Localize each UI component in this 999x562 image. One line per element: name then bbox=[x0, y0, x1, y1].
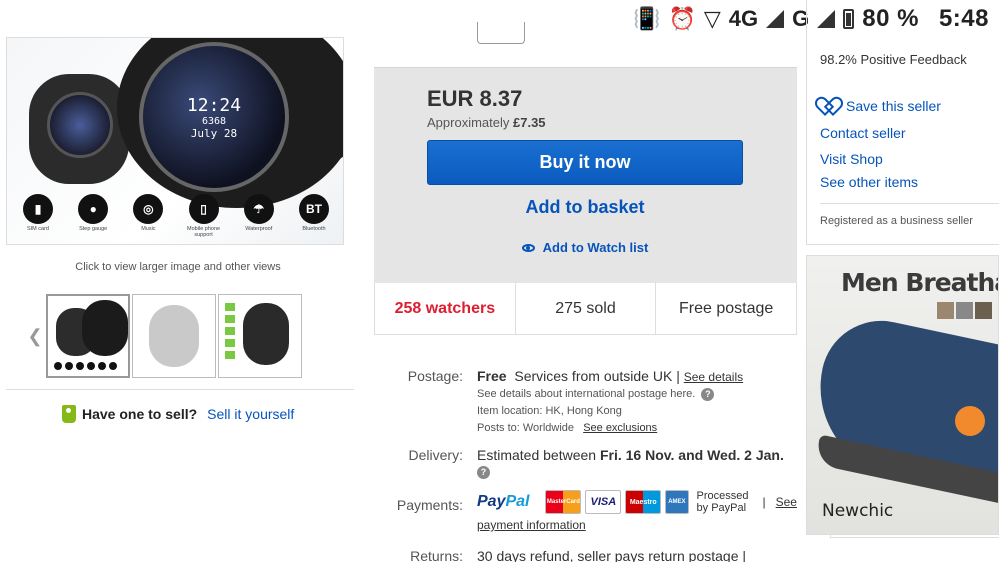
postage-see-details-link[interactable]: See details bbox=[684, 370, 743, 384]
sell-prompt: Have one to sell? Sell it yourself bbox=[62, 405, 294, 423]
delivery-text: Estimated between bbox=[477, 447, 597, 463]
bluetooth-icon: BT bbox=[298, 193, 329, 224]
watch-time: 12:24 bbox=[186, 94, 242, 116]
positive-feedback: 98.2% Positive Feedback bbox=[820, 52, 967, 67]
vibrate-icon: 📳 bbox=[633, 6, 661, 31]
buy-it-now-button[interactable]: Buy it now bbox=[427, 140, 743, 185]
ebay-item-page: 📳 ⏰ ▽ 4G G 80 % 5:48 12:24 6368 July 28 … bbox=[0, 0, 999, 562]
watchers-count: 258 watchers bbox=[375, 283, 516, 334]
advertisement-banner[interactable]: Men Breathable Newchic bbox=[806, 255, 999, 535]
returns-text: 30 days refund, seller pays return posta… bbox=[477, 548, 747, 562]
chevron-left-icon[interactable]: ❮ bbox=[24, 326, 46, 347]
feature-music: ◎ Music bbox=[123, 193, 173, 238]
divider bbox=[6, 389, 354, 390]
mastercard-icon: MasterCard bbox=[545, 490, 582, 514]
feature-water: ☂ Waterproof bbox=[234, 193, 284, 238]
delivery-dates: Fri. 16 Nov. and Wed. 2 Jan. bbox=[599, 447, 784, 463]
thumbnail-2[interactable] bbox=[132, 294, 216, 378]
help-icon[interactable]: ? bbox=[701, 387, 715, 401]
contact-seller-link[interactable]: Contact seller bbox=[820, 125, 906, 141]
maestro-icon: Maestro bbox=[625, 490, 662, 514]
feature-bt: BT Bluetooth bbox=[289, 193, 339, 238]
ad-title: Men Breathable bbox=[841, 268, 998, 297]
gallery-column: 12:24 6368 July 28 ▮ SIM card ● Step gauge… bbox=[0, 0, 999, 562]
thumbnail-strip: ❮ ❯ bbox=[24, 293, 999, 538]
add-to-basket-button[interactable]: Add to basket bbox=[427, 192, 743, 222]
footprint-icon: ● bbox=[78, 193, 109, 224]
item-location: Item location: HK, Hong Kong bbox=[477, 405, 622, 417]
save-seller-link[interactable]: Save this seller bbox=[820, 97, 941, 114]
amex-icon: AMEX bbox=[665, 490, 689, 514]
image-caption: Click to view larger image and other vie… bbox=[75, 261, 281, 273]
quantity-box-fragment[interactable] bbox=[477, 22, 525, 44]
feature-sim: ▮ SIM card bbox=[13, 193, 63, 238]
payment-information-link[interactable]: payment information bbox=[477, 518, 586, 532]
see-exclusions-link[interactable]: See exclusions bbox=[583, 422, 657, 434]
payment-logos: PayPal MasterCard VISA Maestro AMEX Proc… bbox=[477, 490, 797, 514]
heart-icon bbox=[820, 97, 838, 113]
see-other-items-link[interactable]: See other items bbox=[820, 174, 918, 190]
feature-phone: ▯ Mobile phone support bbox=[179, 193, 229, 238]
sell-it-yourself-link[interactable]: Sell it yourself bbox=[207, 406, 294, 422]
processed-by-paypal: Processed by PayPal bbox=[696, 490, 749, 514]
postage-label: Postage: bbox=[407, 368, 463, 384]
watch-big-illustration: 12:24 6368 July 28 bbox=[117, 38, 343, 208]
music-icon: ◎ bbox=[133, 193, 164, 224]
watch-date: July 28 bbox=[190, 126, 238, 140]
sim-card-icon: ▮ bbox=[23, 193, 53, 224]
visa-icon: VISA bbox=[585, 490, 622, 514]
shoe-logo-icon bbox=[955, 406, 985, 436]
umbrella-icon: ☂ bbox=[243, 193, 274, 224]
ad-brand-logo: Newchic bbox=[822, 501, 894, 521]
free-postage-badge: Free postage bbox=[679, 299, 774, 317]
postage-free: Free bbox=[477, 368, 507, 384]
watch-steps: 6368 bbox=[201, 115, 227, 127]
wifi-icon: ▽ bbox=[703, 6, 721, 31]
price: EUR 8.37 bbox=[427, 86, 523, 111]
ad-color-swatches bbox=[937, 302, 992, 319]
feature-step: ● Step gauge bbox=[68, 193, 118, 238]
phone-icon: ▯ bbox=[188, 193, 219, 224]
network-4g-label: 4G bbox=[728, 6, 759, 31]
sell-question: Have one to sell? bbox=[82, 406, 198, 422]
business-seller-note: Registered as a business seller bbox=[820, 215, 973, 227]
price-tag-icon bbox=[62, 405, 76, 423]
delivery-label: Delivery: bbox=[408, 447, 463, 463]
divider bbox=[820, 203, 999, 204]
sold-count: 275 sold bbox=[516, 283, 657, 334]
buy-box: EUR 8.37 Approximately £7.35 Buy it now … bbox=[374, 67, 797, 283]
intl-postage-note: See details about international postage … bbox=[477, 388, 696, 400]
approx-price: Approximately £7.35 bbox=[427, 115, 546, 130]
seller-panel: 98.2% Positive Feedback Save this seller… bbox=[806, 0, 999, 245]
listing-stats: 258 watchers 275 sold Free postage bbox=[374, 283, 797, 335]
eye-icon bbox=[521, 243, 535, 252]
delivery-help-icon[interactable]: ? bbox=[477, 465, 490, 479]
add-to-watch-list-link[interactable]: Add to Watch list bbox=[427, 240, 743, 255]
postage-service: Services from outside UK | bbox=[514, 368, 680, 384]
alarm-icon: ⏰ bbox=[668, 6, 696, 31]
main-product-image[interactable]: 12:24 6368 July 28 ▮ SIM card ● Step gauge… bbox=[6, 37, 344, 245]
thumbnail-3[interactable] bbox=[218, 294, 302, 378]
paypal-logo: PayPal bbox=[477, 493, 530, 510]
payments-label: Payments: bbox=[396, 497, 463, 513]
feature-icons-row: ▮ SIM card ● Step gauge ◎ Music ▯ Mobile pho… bbox=[13, 193, 339, 238]
approx-price-value: £7.35 bbox=[513, 115, 546, 130]
posts-to: Posts to: Worldwide bbox=[477, 422, 575, 434]
watch-small-illustration bbox=[29, 74, 129, 184]
see-link[interactable]: See bbox=[776, 495, 797, 509]
watch-list-label: Add to Watch list bbox=[542, 240, 649, 255]
signal-icon bbox=[766, 10, 785, 28]
thumbnail-1[interactable] bbox=[46, 294, 130, 378]
visit-shop-link[interactable]: Visit Shop bbox=[820, 151, 883, 167]
returns-label: Returns: bbox=[410, 548, 463, 562]
